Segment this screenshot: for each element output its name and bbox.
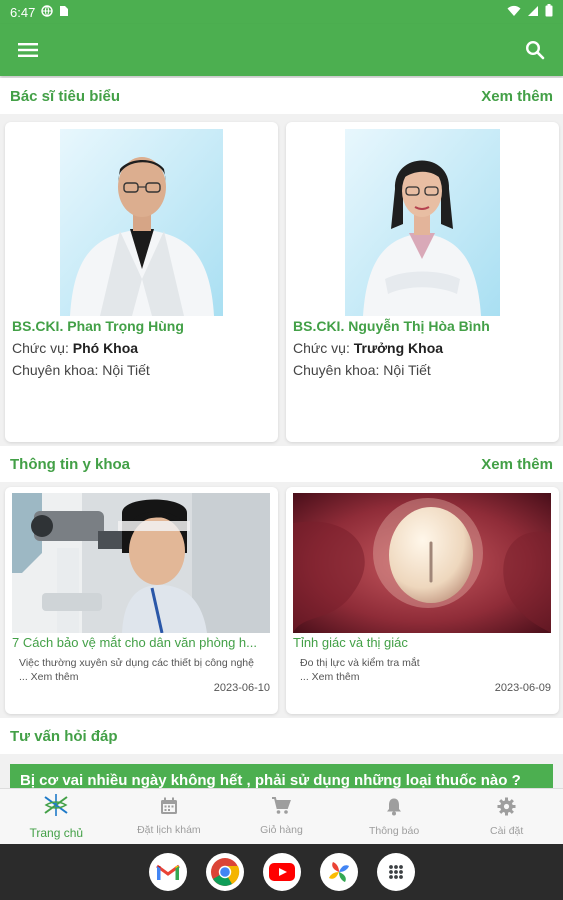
home-content[interactable]: Bác sĩ tiêu biểu Xem thêm BS.CKI. Phan T… (0, 76, 563, 788)
see-more-doctors-link[interactable]: Xem thêm (481, 88, 553, 105)
app-bar (0, 24, 563, 76)
nav-label: Trang chủ (29, 826, 84, 840)
see-more-articles-link[interactable]: Xem thêm (481, 456, 553, 473)
doctor-card[interactable]: BS.CKI. Phan Trọng Hùng Chức vụ: Phó Kho… (5, 122, 278, 442)
status-bar: 6:47 (0, 0, 563, 24)
doctor-name: BS.CKI. Nguyễn Thị Hòa Bình (293, 318, 490, 334)
article-title: Tỉnh giác và thị giác (293, 635, 408, 650)
article-desc: Đo thị lực và kiểm tra mắt ... Xem thêm (300, 657, 420, 683)
article-card[interactable]: Tỉnh giác và thị giác Đo thị lực và kiểm… (286, 487, 559, 714)
menu-icon[interactable] (16, 38, 40, 62)
nav-home[interactable]: Trang chủ (0, 789, 113, 844)
nav-label: Thông báo (368, 824, 420, 837)
section-title: Thông tin y khoa (10, 455, 130, 473)
medical-info-header: Thông tin y khoa Xem thêm (0, 446, 563, 482)
nav-cart[interactable]: Giỏ hàng (225, 789, 338, 844)
qa-question-banner[interactable]: Bị cơ vai nhiều ngày không hết , phải sử… (10, 764, 553, 788)
doctor-card[interactable]: BS.CKI. Nguyễn Thị Hòa Bình Chức vụ: Trư… (286, 122, 559, 442)
nav-label: Cài đặt (490, 824, 524, 837)
system-dock (0, 844, 563, 900)
doctor-photo (60, 129, 223, 316)
home-logo-icon (43, 793, 69, 822)
doctor-specialty: Chuyên khoa: Nội Tiết (293, 362, 431, 378)
article-date: 2023-06-10 (213, 682, 270, 694)
article-card[interactable]: 7 Cách bảo vệ mắt cho dân văn phòng h...… (5, 487, 278, 714)
doctor-position: Chức vụ: Phó Khoa (12, 340, 139, 356)
youtube-icon[interactable] (262, 853, 301, 891)
nav-booking[interactable]: Đặt lịch khám (113, 789, 226, 844)
section-title: Tư vấn hỏi đáp (10, 727, 118, 745)
gmail-icon[interactable] (148, 853, 187, 891)
calendar-icon (160, 797, 178, 820)
clock: 6:47 (10, 4, 36, 20)
featured-doctors-header: Bác sĩ tiêu biểu Xem thêm (0, 78, 563, 114)
nav-label: Giỏ hàng (260, 824, 303, 836)
nav-settings[interactable]: Cài đặt (450, 789, 563, 844)
cell-signal-icon (527, 5, 539, 20)
chrome-icon[interactable] (205, 853, 244, 891)
qa-header: Tư vấn hỏi đáp (0, 718, 563, 754)
doctor-specialty: Chuyên khoa: Nội Tiết (12, 362, 150, 378)
section-title: Bác sĩ tiêu biểu (10, 87, 121, 105)
article-image (12, 493, 270, 633)
cart-icon (271, 797, 292, 820)
sim-card-icon (59, 5, 69, 20)
doctor-photo (345, 129, 500, 316)
gear-icon (497, 797, 516, 821)
article-image (293, 493, 551, 633)
vpn-globe-icon (41, 4, 54, 20)
article-title: 7 Cách bảo vệ mắt cho dân văn phòng h... (12, 635, 258, 650)
nav-notifications[interactable]: Thông báo (338, 789, 451, 844)
wifi-icon (507, 5, 521, 20)
nav-label: Đặt lịch khám (137, 824, 201, 836)
doctor-position: Chức vụ: Trưởng Khoa (293, 340, 444, 356)
doctor-name: BS.CKI. Phan Trọng Hùng (12, 318, 184, 334)
article-desc: Việc thường xuyên sử dụng các thiết bị c… (19, 657, 254, 683)
photos-icon[interactable] (319, 853, 358, 891)
battery-icon (545, 4, 553, 20)
bottom-nav: Trang chủ Đặt lịch khám Giỏ hàng Thông b… (0, 788, 563, 844)
app-drawer-icon[interactable] (376, 853, 415, 891)
bell-icon (386, 797, 402, 821)
article-date: 2023-06-09 (494, 682, 551, 694)
search-icon[interactable] (523, 38, 547, 62)
